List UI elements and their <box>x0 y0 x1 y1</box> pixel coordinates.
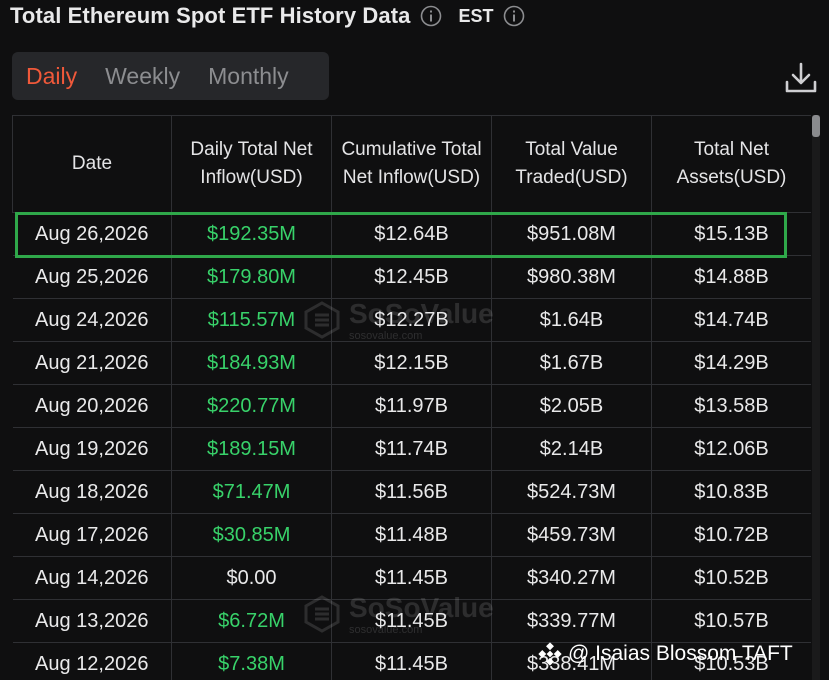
cell-cumulative-net-inflow: $11.48B <box>331 513 492 557</box>
cell-total-net-assets: $10.83B <box>651 470 811 514</box>
cell-cumulative-net-inflow: $12.15B <box>331 341 492 385</box>
scrollbar-thumb[interactable] <box>812 115 820 137</box>
cell-total-net-assets: $10.57B <box>651 599 811 643</box>
cell-total-value-traded: $340.27M <box>491 556 652 600</box>
cell-total-net-assets: $14.88B <box>651 255 811 299</box>
cell-date: Aug 20,2026 <box>12 384 172 428</box>
download-icon[interactable] <box>783 60 819 96</box>
cell-total-value-traded: $524.73M <box>491 470 652 514</box>
etf-history-table: Date Daily Total Net Inflow(USD) Cumulat… <box>12 115 811 680</box>
info-circle-icon[interactable] <box>420 5 442 27</box>
table-scrollbar[interactable] <box>812 115 820 680</box>
table-row[interactable]: Aug 20,2026 $220.77M $11.97B $2.05B $13.58B <box>12 384 811 428</box>
cell-total-value-traded: $339.77M <box>491 599 652 643</box>
cell-date: Aug 14,2026 <box>12 556 172 600</box>
table-row[interactable]: Aug 17,2026 $30.85M $11.48B $459.73M $10.72B <box>12 513 811 557</box>
cell-total-net-assets: $10.52B <box>651 556 811 600</box>
cell-total-value-traded: $1.64B <box>491 298 652 342</box>
table-row[interactable]: Aug 24,2026 $115.57M $12.27B $1.64B $14.74B <box>12 298 811 342</box>
tab-weekly[interactable]: Weekly <box>105 63 180 90</box>
cell-date: Aug 12,2026 <box>12 642 172 680</box>
cell-daily-net-inflow: $6.72M <box>171 599 332 643</box>
page-title: Total Ethereum Spot ETF History Data <box>10 3 411 28</box>
cell-daily-net-inflow: $71.47M <box>171 470 332 514</box>
cell-cumulative-net-inflow: $12.45B <box>331 255 492 299</box>
cell-daily-net-inflow: $7.38M <box>171 642 332 680</box>
cell-cumulative-net-inflow: $12.27B <box>331 298 492 342</box>
table-row[interactable]: Aug 14,2026 $0.00 $11.45B $340.27M $10.52B <box>12 556 811 600</box>
column-header-total-net-assets[interactable]: Total Net Assets(USD) <box>651 115 811 213</box>
cell-total-net-assets: $14.74B <box>651 298 811 342</box>
cell-date: Aug 17,2026 <box>12 513 172 557</box>
cell-total-net-assets: $12.06B <box>651 427 811 471</box>
cell-cumulative-net-inflow: $11.97B <box>331 384 492 428</box>
cell-cumulative-net-inflow: $11.56B <box>331 470 492 514</box>
cell-date: Aug 21,2026 <box>12 341 172 385</box>
cell-cumulative-net-inflow: $11.45B <box>331 599 492 643</box>
cell-daily-net-inflow: $30.85M <box>171 513 332 557</box>
cell-total-value-traded: $2.14B <box>491 427 652 471</box>
column-header-cumulative-net-inflow[interactable]: Cumulative Total Net Inflow(USD) <box>331 115 492 213</box>
page-header: Total Ethereum Spot ETF History Data EST <box>10 0 525 32</box>
cell-date: Aug 24,2026 <box>12 298 172 342</box>
credit-watermark: @ Isaias Blossom TAFT <box>538 642 793 666</box>
period-tabs: Daily Weekly Monthly <box>12 52 329 100</box>
cell-date: Aug 18,2026 <box>12 470 172 514</box>
cell-total-value-traded: $1.67B <box>491 341 652 385</box>
cell-cumulative-net-inflow: $11.45B <box>331 556 492 600</box>
tab-daily[interactable]: Daily <box>26 63 77 90</box>
cell-daily-net-inflow: $189.15M <box>171 427 332 471</box>
cell-date: Aug 26,2026 <box>12 212 172 256</box>
cell-cumulative-net-inflow: $11.74B <box>331 427 492 471</box>
table-row[interactable]: Aug 13,2026 $6.72M $11.45B $339.77M $10.57B <box>12 599 811 643</box>
tab-monthly[interactable]: Monthly <box>208 63 289 90</box>
binance-logo-icon <box>538 642 562 666</box>
cell-total-value-traded: $951.08M <box>491 212 652 256</box>
cell-total-value-traded: $2.05B <box>491 384 652 428</box>
cell-total-net-assets: $10.72B <box>651 513 811 557</box>
cell-daily-net-inflow: $115.57M <box>171 298 332 342</box>
cell-cumulative-net-inflow: $11.45B <box>331 642 492 680</box>
cell-date: Aug 19,2026 <box>12 427 172 471</box>
cell-total-value-traded: $459.73M <box>491 513 652 557</box>
timezone-info-icon[interactable] <box>503 5 525 27</box>
credit-text: @ Isaias Blossom TAFT <box>568 642 793 665</box>
table-row[interactable]: Aug 19,2026 $189.15M $11.74B $2.14B $12.06B <box>12 427 811 471</box>
cell-total-net-assets: $14.29B <box>651 341 811 385</box>
column-header-date[interactable]: Date <box>12 115 172 213</box>
table-row[interactable]: Aug 21,2026 $184.93M $12.15B $1.67B $14.29B <box>12 341 811 385</box>
cell-date: Aug 25,2026 <box>12 255 172 299</box>
table-row[interactable]: Aug 25,2026 $179.80M $12.45B $980.38M $14.88… <box>12 255 811 299</box>
column-header-total-value-traded[interactable]: Total Value Traded(USD) <box>491 115 652 213</box>
cell-daily-net-inflow: $179.80M <box>171 255 332 299</box>
cell-total-net-assets: $13.58B <box>651 384 811 428</box>
table-row[interactable]: Aug 26,2026 $192.35M $12.64B $951.08M $15.13… <box>12 212 811 256</box>
cell-date: Aug 13,2026 <box>12 599 172 643</box>
column-header-daily-net-inflow[interactable]: Daily Total Net Inflow(USD) <box>171 115 332 213</box>
cell-total-value-traded: $980.38M <box>491 255 652 299</box>
cell-daily-net-inflow: $184.93M <box>171 341 332 385</box>
cell-daily-net-inflow: $192.35M <box>171 212 332 256</box>
cell-daily-net-inflow: $220.77M <box>171 384 332 428</box>
cell-cumulative-net-inflow: $12.64B <box>331 212 492 256</box>
cell-total-net-assets: $15.13B <box>651 212 811 256</box>
table-row[interactable]: Aug 18,2026 $71.47M $11.56B $524.73M $10.83B <box>12 470 811 514</box>
timezone-label: EST <box>458 5 494 26</box>
table-header-row: Date Daily Total Net Inflow(USD) Cumulat… <box>12 115 811 213</box>
cell-daily-net-inflow: $0.00 <box>171 556 332 600</box>
